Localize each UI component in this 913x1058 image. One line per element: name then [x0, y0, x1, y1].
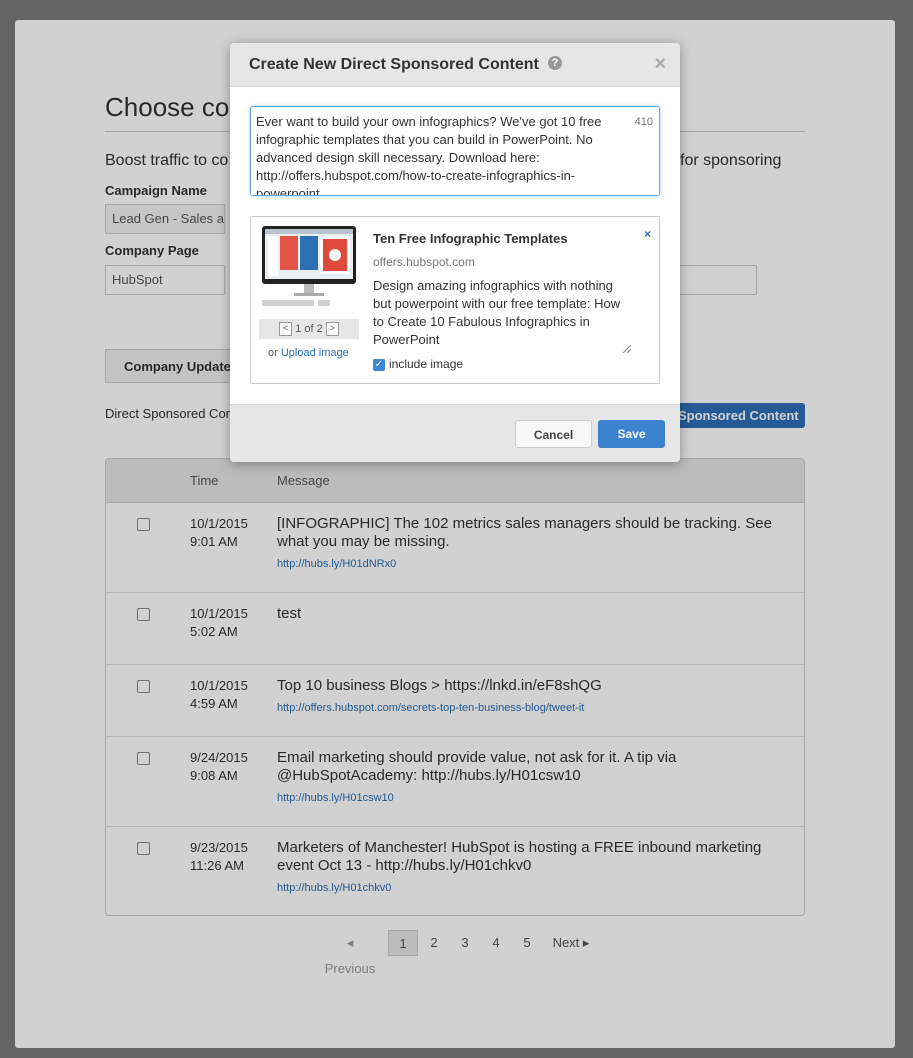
resize-handle-icon[interactable] — [623, 345, 631, 353]
preview-description[interactable]: Design amazing infographics with nothing… — [373, 277, 633, 349]
save-button[interactable]: Save — [598, 420, 665, 448]
update-text: Ever want to build your own infographics… — [256, 114, 602, 196]
upload-image-link[interactable]: Upload image — [281, 347, 349, 359]
dialog-title: Create New Direct Sponsored Content — [249, 56, 539, 73]
cancel-button[interactable]: Cancel — [515, 420, 592, 448]
preview-thumbnail — [262, 226, 356, 306]
preview-title[interactable]: Ten Free Infographic Templates — [373, 231, 568, 246]
close-icon[interactable]: × — [654, 53, 666, 76]
previous-image-button[interactable]: < — [279, 322, 293, 337]
image-navigator: < 1 of 2 > — [259, 319, 359, 339]
help-icon[interactable]: ? — [548, 56, 562, 70]
update-text-field[interactable]: Ever want to build your own infographics… — [250, 106, 660, 196]
image-counter: 1 of 2 — [295, 323, 323, 335]
create-sponsored-content-dialog: Create New Direct Sponsored Content ? × … — [230, 43, 680, 462]
character-counter: 410 — [634, 116, 653, 128]
next-image-button[interactable]: > — [325, 322, 339, 337]
include-image-label: include image — [389, 357, 464, 371]
preview-domain: offers.hubspot.com — [373, 255, 475, 269]
upload-image-row: or Upload image — [268, 347, 349, 359]
dialog-footer: Cancel Save — [230, 404, 680, 462]
link-preview-card: < 1 of 2 > or Upload image Ten Free Info… — [250, 216, 660, 384]
include-image-checkbox[interactable]: ✓ — [373, 358, 385, 371]
include-image-row[interactable]: ✓ include image — [373, 357, 463, 371]
remove-preview-icon[interactable]: × — [644, 227, 651, 241]
dialog-header: Create New Direct Sponsored Content ? × — [230, 43, 680, 87]
